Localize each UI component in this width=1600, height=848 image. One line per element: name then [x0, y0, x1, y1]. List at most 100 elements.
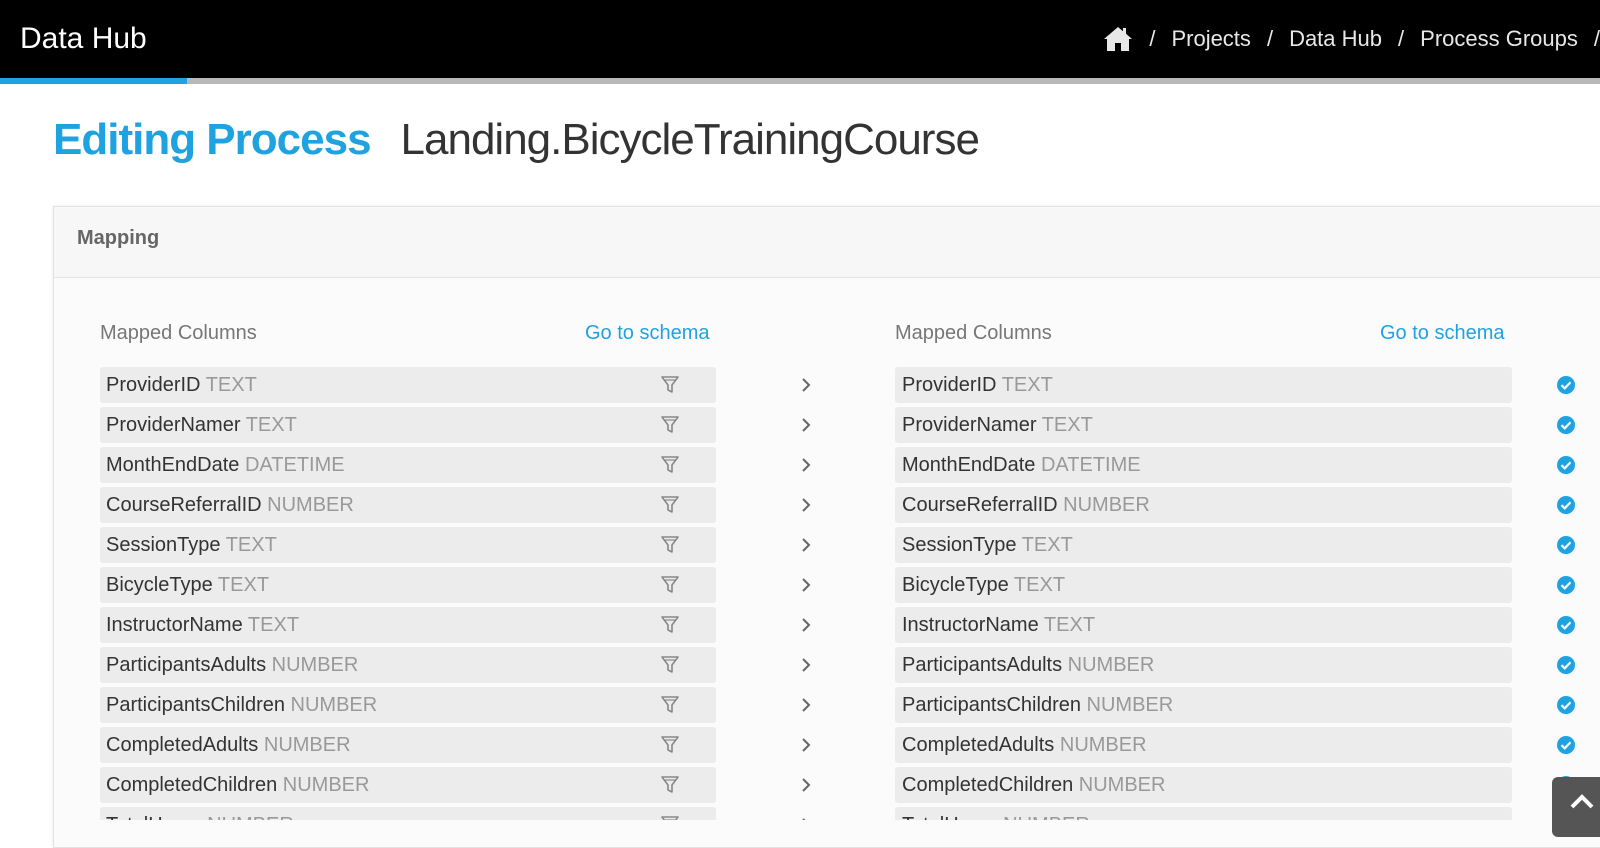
- filter-icon[interactable]: [660, 535, 680, 555]
- filter-icon[interactable]: [660, 575, 680, 595]
- chevron-up-icon: [1570, 794, 1594, 809]
- chevron-right-icon: [800, 576, 812, 594]
- mapping-row: ParticipantsChildren NUMBER ParticipantsC…: [0, 687, 1600, 723]
- source-column-cell[interactable]: CourseReferralID NUMBER: [100, 487, 716, 523]
- target-column-name: TotalHours: [902, 814, 998, 820]
- source-column-name: ParticipantsAdults: [106, 654, 267, 676]
- check-circle-icon: [1557, 416, 1575, 434]
- check-circle-icon: [1557, 616, 1575, 634]
- source-column-type: NUMBER: [290, 694, 378, 716]
- target-column-name: MonthEndDate: [902, 454, 1036, 476]
- filter-icon[interactable]: [660, 375, 680, 395]
- source-column-type: TEXT: [247, 614, 300, 636]
- source-column-cell[interactable]: InstructorName TEXT: [100, 607, 716, 643]
- target-column-name: CourseReferralID: [902, 494, 1058, 516]
- source-column-name: ProviderID: [106, 374, 201, 396]
- filter-icon[interactable]: [660, 815, 680, 820]
- chevron-right-icon: [800, 496, 812, 514]
- target-column-cell[interactable]: MonthEndDate DATETIME: [895, 447, 1512, 483]
- source-column-cell[interactable]: ParticipantsAdults NUMBER: [100, 647, 716, 683]
- source-column-type: TEXT: [217, 574, 270, 596]
- target-column-cell[interactable]: ParticipantsAdults NUMBER: [895, 647, 1512, 683]
- filter-icon[interactable]: [660, 695, 680, 715]
- target-column-type: NUMBER: [1086, 694, 1174, 716]
- chevron-right-icon: [800, 616, 812, 634]
- filter-icon[interactable]: [660, 415, 680, 435]
- target-column-type: NUMBER: [1003, 814, 1090, 820]
- target-column-type: TEXT: [1021, 534, 1073, 556]
- chevron-right-icon: [800, 376, 812, 394]
- source-column-name: InstructorName: [106, 614, 243, 636]
- target-column-cell[interactable]: CompletedAdults NUMBER: [895, 727, 1512, 763]
- target-column-cell[interactable]: ProviderNamer TEXT: [895, 407, 1512, 443]
- target-column-cell[interactable]: BicycleType TEXT: [895, 567, 1512, 603]
- source-column-type: TEXT: [205, 374, 257, 396]
- check-circle-icon: [1557, 456, 1575, 474]
- source-column-cell[interactable]: CompletedChildren NUMBER: [100, 767, 716, 803]
- source-column-cell[interactable]: BicycleType TEXT: [100, 567, 716, 603]
- check-circle-icon: [1557, 496, 1575, 514]
- source-column-cell[interactable]: CompletedAdults NUMBER: [100, 727, 716, 763]
- scroll-to-top-button[interactable]: [1552, 777, 1600, 837]
- mapping-row: CompletedAdults NUMBER CompletedAdults NU…: [0, 727, 1600, 763]
- source-column-name: BicycleType: [106, 574, 213, 596]
- target-column-type: TEXT: [1041, 414, 1093, 436]
- chevron-right-icon: [800, 536, 812, 554]
- target-column-type: TEXT: [1013, 574, 1066, 596]
- target-column-cell[interactable]: InstructorName TEXT: [895, 607, 1512, 643]
- target-column-cell[interactable]: CompletedChildren NUMBER: [895, 767, 1512, 803]
- source-column-name: ProviderNamer: [106, 414, 241, 436]
- target-column-type: NUMBER: [1059, 734, 1147, 756]
- filter-icon[interactable]: [660, 655, 680, 675]
- mapping-rows: ProviderID TEXT ProviderID TEXT ProviderNa…: [0, 0, 1600, 820]
- chevron-right-icon: [800, 736, 812, 754]
- source-column-cell[interactable]: ProviderID TEXT: [100, 367, 716, 403]
- target-column-cell[interactable]: CourseReferralID NUMBER: [895, 487, 1512, 523]
- source-column-cell[interactable]: ProviderNamer TEXT: [100, 407, 716, 443]
- source-column-type: TEXT: [245, 414, 297, 436]
- chevron-right-icon: [800, 656, 812, 674]
- source-column-type: DATETIME: [244, 454, 345, 476]
- source-column-type: NUMBER: [263, 734, 351, 756]
- mapping-row: ParticipantsAdults NUMBER ParticipantsAdu…: [0, 647, 1600, 683]
- source-column-type: NUMBER: [207, 814, 294, 820]
- check-circle-icon: [1557, 696, 1575, 714]
- source-column-type: NUMBER: [282, 774, 370, 796]
- filter-icon[interactable]: [660, 735, 680, 755]
- mapping-row: ProviderID TEXT ProviderID TEXT: [0, 367, 1600, 403]
- target-column-cell[interactable]: TotalHours NUMBER: [895, 807, 1512, 820]
- mapping-row: InstructorName TEXT InstructorName TEXT: [0, 607, 1600, 643]
- source-column-type: NUMBER: [267, 494, 354, 516]
- source-column-name: CompletedChildren: [106, 774, 278, 796]
- target-column-name: ProviderNamer: [902, 414, 1037, 436]
- target-column-name: CompletedChildren: [902, 774, 1074, 796]
- source-column-cell[interactable]: SessionType TEXT: [100, 527, 716, 563]
- target-column-type: NUMBER: [1067, 654, 1155, 676]
- source-column-cell[interactable]: TotalHours NUMBER: [100, 807, 716, 820]
- filter-icon[interactable]: [660, 775, 680, 795]
- source-column-name: CourseReferralID: [106, 494, 262, 516]
- mapping-row: ProviderNamer TEXT ProviderNamer TEXT: [0, 407, 1600, 443]
- filter-icon[interactable]: [660, 455, 680, 475]
- target-column-name: ParticipantsAdults: [902, 654, 1063, 676]
- filter-icon[interactable]: [660, 615, 680, 635]
- target-column-type: TEXT: [1001, 374, 1053, 396]
- mapping-row: CourseReferralID NUMBER CourseReferralID …: [0, 487, 1600, 523]
- source-column-cell[interactable]: MonthEndDate DATETIME: [100, 447, 716, 483]
- target-column-name: InstructorName: [902, 614, 1039, 636]
- source-column-type: NUMBER: [271, 654, 359, 676]
- check-circle-icon: [1557, 376, 1575, 394]
- filter-icon[interactable]: [660, 495, 680, 515]
- target-column-name: BicycleType: [902, 574, 1009, 596]
- check-circle-icon: [1557, 736, 1575, 754]
- target-column-type: NUMBER: [1078, 774, 1166, 796]
- source-column-cell[interactable]: ParticipantsChildren NUMBER: [100, 687, 716, 723]
- mapping-row: CompletedChildren NUMBER CompletedChildre…: [0, 767, 1600, 803]
- target-column-cell[interactable]: ParticipantsChildren NUMBER: [895, 687, 1512, 723]
- target-column-cell[interactable]: SessionType TEXT: [895, 527, 1512, 563]
- check-circle-icon: [1557, 656, 1575, 674]
- source-column-name: TotalHours: [106, 814, 202, 820]
- target-column-cell[interactable]: ProviderID TEXT: [895, 367, 1512, 403]
- chevron-right-icon: [800, 776, 812, 794]
- mapping-row: BicycleType TEXT BicycleType TEXT: [0, 567, 1600, 603]
